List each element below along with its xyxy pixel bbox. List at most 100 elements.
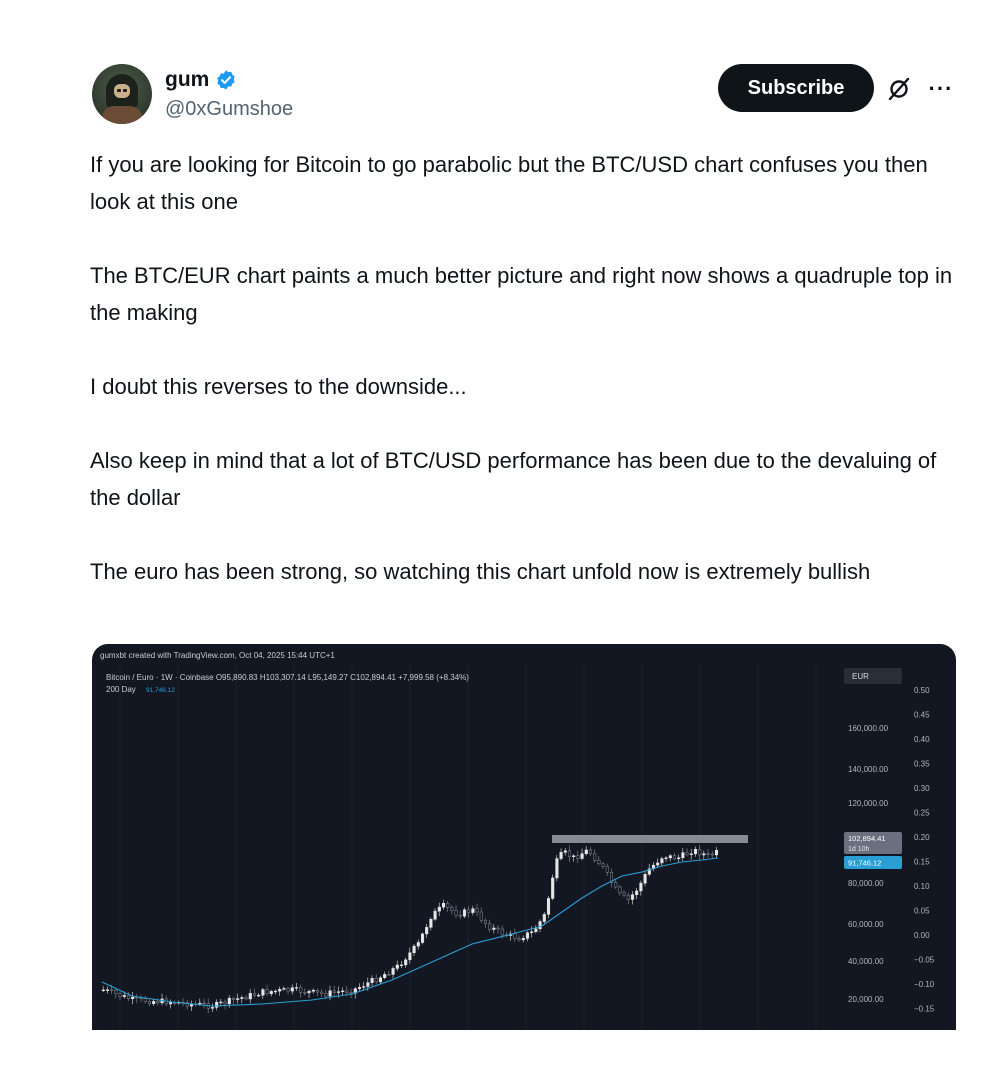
candle-body bbox=[395, 964, 399, 969]
candle-body bbox=[479, 911, 483, 921]
chart-header: gumxbt created with TradingView.com, Oct… bbox=[100, 651, 335, 660]
candle-body bbox=[307, 991, 311, 994]
candle-body bbox=[244, 997, 248, 1000]
candle-body bbox=[714, 850, 719, 856]
candle-body bbox=[131, 996, 135, 1000]
candle-body bbox=[210, 1007, 215, 1009]
candle-body bbox=[202, 1002, 206, 1005]
price-tick: 60,000.00 bbox=[848, 920, 884, 929]
candle-body bbox=[378, 977, 383, 983]
post-text: If you are looking for Bitcoin to go par… bbox=[90, 146, 970, 627]
ratio-tick: 0.45 bbox=[914, 711, 930, 720]
candle-body bbox=[525, 932, 530, 939]
candle-body bbox=[114, 990, 118, 994]
candle-body bbox=[156, 1001, 160, 1004]
candle-body bbox=[702, 853, 706, 856]
candle-body bbox=[597, 860, 601, 865]
candle-body bbox=[706, 853, 710, 855]
candle-body bbox=[383, 974, 387, 978]
candle-body bbox=[626, 894, 630, 900]
candle-body bbox=[286, 988, 290, 992]
candle-body bbox=[488, 923, 492, 930]
candle-body bbox=[496, 927, 500, 930]
price-tick: 140,000.00 bbox=[848, 765, 889, 774]
price-tick: 40,000.00 bbox=[848, 957, 884, 966]
candle-body bbox=[601, 863, 605, 867]
candle-body bbox=[227, 997, 231, 1005]
candle-body bbox=[563, 850, 567, 853]
candle-body bbox=[261, 989, 265, 996]
post-paragraph: The BTC/EUR chart paints a much better p… bbox=[90, 263, 953, 325]
hooded-figure-avatar[interactable] bbox=[92, 64, 152, 124]
candle-body bbox=[336, 991, 341, 993]
candle-body bbox=[374, 978, 378, 983]
chart-grid bbox=[119, 664, 817, 1030]
candle-body bbox=[223, 1001, 227, 1005]
chart-image[interactable]: gumxbt created with TradingView.com, Oct… bbox=[92, 644, 956, 1030]
candle-body bbox=[446, 903, 450, 908]
candle-body bbox=[362, 986, 366, 988]
candle-body bbox=[467, 909, 471, 913]
candle-body bbox=[542, 914, 546, 922]
candle-body bbox=[341, 990, 345, 992]
candle-body bbox=[349, 992, 353, 994]
author-handle[interactable]: @0xGumshoe bbox=[165, 98, 293, 121]
candle-body bbox=[416, 942, 420, 947]
candle-body bbox=[559, 852, 563, 859]
ratio-tick: −0.05 bbox=[914, 956, 935, 965]
candle-body bbox=[622, 892, 626, 896]
grok-icon[interactable] bbox=[884, 74, 914, 104]
last-price-label: 102,894.41 bbox=[848, 834, 886, 843]
candle-body bbox=[458, 914, 462, 917]
candle-body bbox=[412, 945, 416, 953]
price-tick: 120,000.00 bbox=[848, 799, 889, 808]
candle-body bbox=[290, 987, 294, 992]
candle-body bbox=[387, 974, 391, 976]
candle-body bbox=[370, 978, 374, 983]
candle-body bbox=[710, 853, 714, 856]
candle-body bbox=[693, 849, 698, 855]
display-name[interactable]: gum bbox=[165, 68, 209, 92]
candle-body bbox=[656, 862, 660, 866]
candle-body bbox=[517, 938, 521, 941]
candle-body bbox=[630, 894, 635, 900]
candle-body bbox=[105, 989, 110, 991]
candle-body bbox=[269, 991, 273, 994]
price-tick: 160,000.00 bbox=[848, 724, 889, 733]
currency-label: EUR bbox=[852, 672, 869, 681]
candle-body bbox=[521, 938, 525, 941]
candle-body bbox=[538, 921, 542, 930]
author-name-row: gum bbox=[165, 68, 237, 92]
candle-body bbox=[240, 997, 244, 999]
candle-body bbox=[639, 882, 643, 892]
candle-body bbox=[299, 987, 303, 993]
candle-body bbox=[635, 890, 639, 895]
verified-badge-icon[interactable] bbox=[215, 69, 237, 91]
candle-body bbox=[546, 898, 551, 915]
candle-body bbox=[572, 855, 576, 857]
candle-body bbox=[265, 989, 269, 994]
candle-body bbox=[681, 852, 685, 859]
ratio-tick: 0.35 bbox=[914, 760, 930, 769]
candle-body bbox=[282, 988, 286, 990]
candle-body bbox=[672, 855, 677, 860]
countdown-label: 1d 10h bbox=[848, 846, 870, 853]
candle-body bbox=[500, 928, 504, 936]
ratio-axis: 0.50 0.45 0.40 0.35 0.30 0.25 0.20 0.15 0.10 0.05… bbox=[914, 686, 935, 1014]
candle-body bbox=[441, 903, 446, 908]
candle-body bbox=[198, 1002, 202, 1005]
candle-body bbox=[576, 855, 580, 859]
candle-body bbox=[118, 993, 122, 997]
candle-body bbox=[399, 964, 404, 966]
tradingview-chart: gumxbt created with TradingView.com, Oct… bbox=[100, 651, 935, 1030]
more-icon[interactable]: ··· bbox=[926, 74, 956, 104]
ratio-tick: 0.25 bbox=[914, 809, 930, 818]
subscribe-button[interactable]: Subscribe bbox=[718, 64, 874, 112]
candle-body bbox=[168, 1002, 173, 1005]
post-paragraph: The euro has been strong, so watching th… bbox=[90, 559, 871, 584]
resistance-band bbox=[552, 835, 748, 843]
candle-body bbox=[231, 997, 236, 1000]
candle-body bbox=[257, 994, 261, 997]
price-tick: 80,000.00 bbox=[848, 879, 884, 888]
candle-body bbox=[252, 993, 257, 996]
